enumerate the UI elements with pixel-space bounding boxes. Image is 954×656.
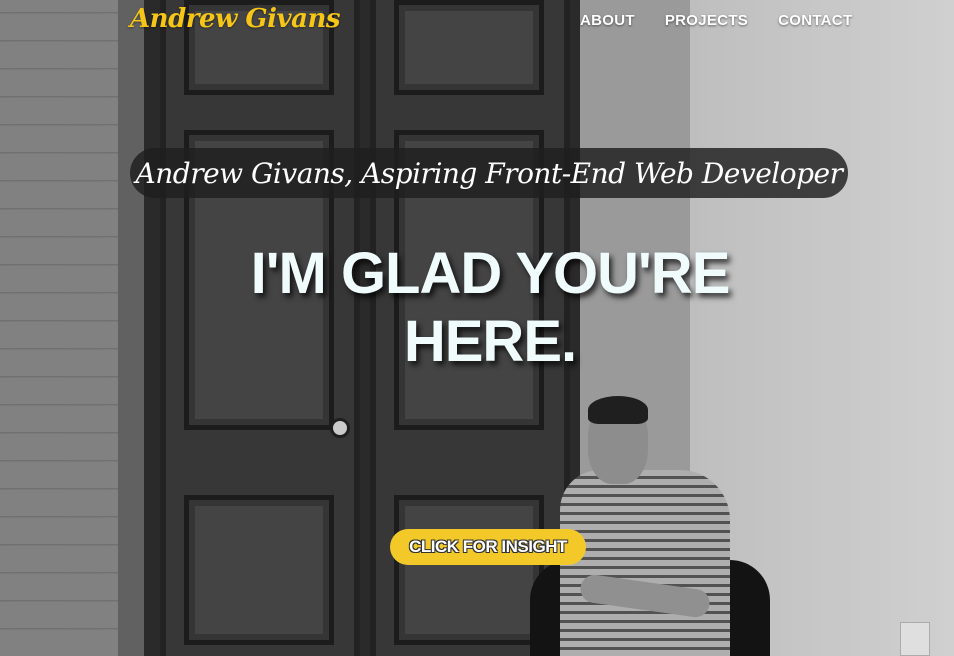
brand-logo-link[interactable]: Andrew Givans — [130, 4, 341, 34]
tagline-pill: Andrew Givans, Aspiring Front-End Web De… — [130, 148, 848, 198]
top-navbar: Andrew Givans ABOUT PROJECTS CONTACT — [0, 0, 954, 40]
hero-section: Andrew Givans ABOUT PROJECTS CONTACT And… — [0, 0, 954, 656]
hero-headline: I'M GLAD YOU'RE HERE. — [250, 241, 731, 374]
nav-links: ABOUT PROJECTS CONTACT — [580, 12, 852, 29]
nav-link-contact[interactable]: CONTACT — [778, 12, 852, 29]
nav-link-projects[interactable]: PROJECTS — [665, 12, 748, 29]
click-for-insight-button[interactable]: CLICK FOR INSIGHT — [390, 529, 586, 565]
nav-link-about[interactable]: ABOUT — [580, 12, 635, 29]
cta-label: CLICK FOR INSIGHT — [409, 537, 567, 556]
tagline-text: Andrew Givans, Aspiring Front-End Web De… — [135, 156, 843, 190]
